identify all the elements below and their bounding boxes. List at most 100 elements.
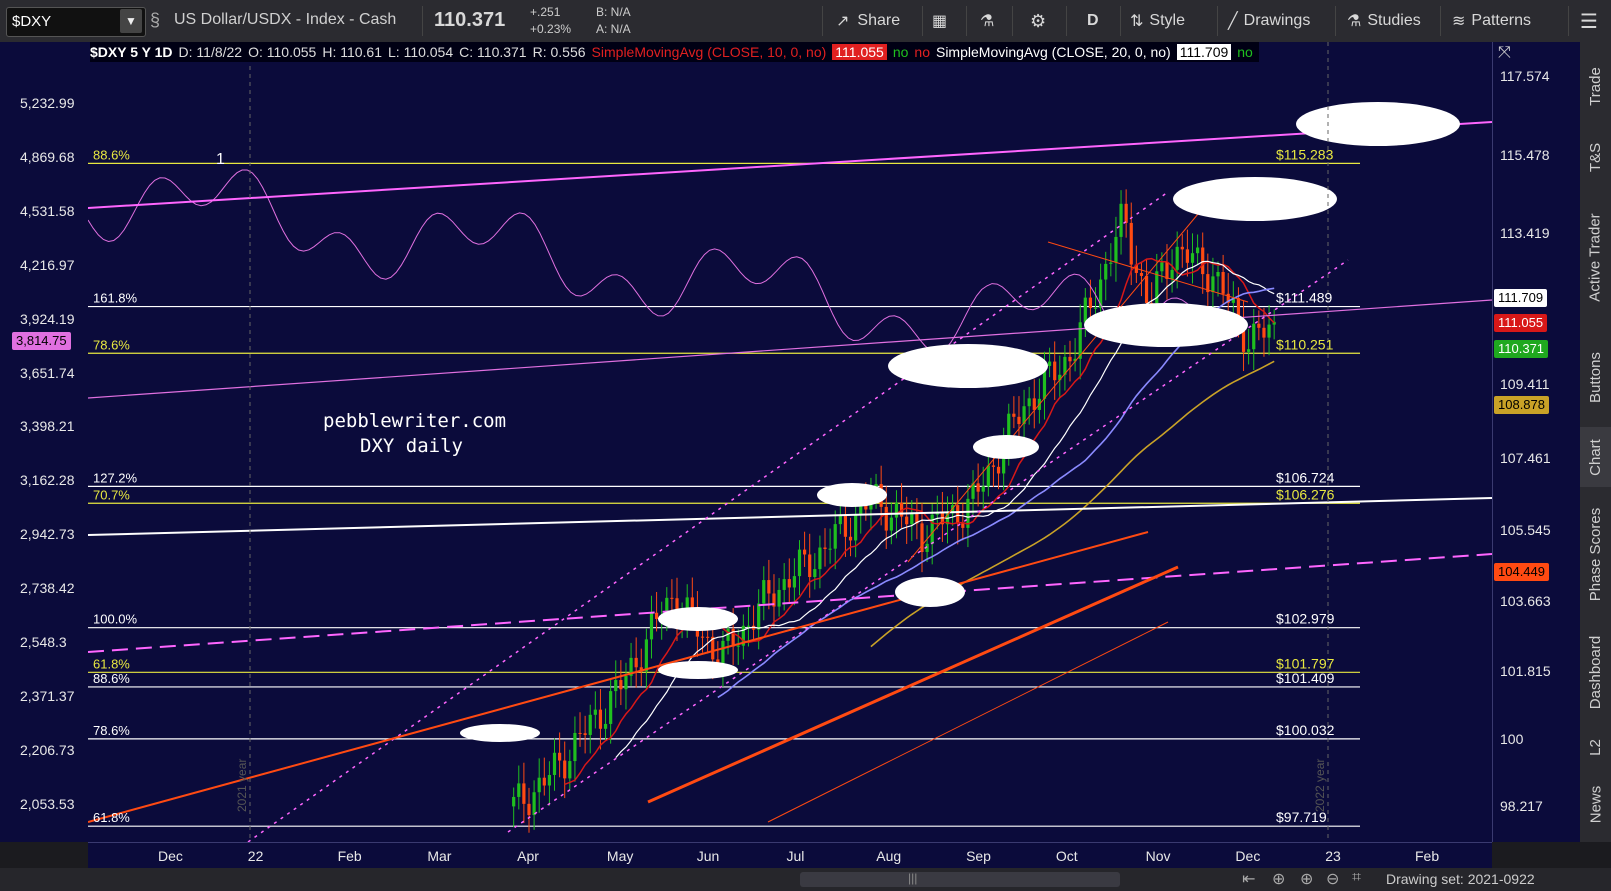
upper-dotted-channel	[247, 191, 1169, 842]
x-tick-label: Dec	[1235, 848, 1261, 864]
candle-body-120	[1124, 203, 1128, 223]
sidebar-item-news[interactable]: News	[1580, 774, 1611, 834]
right-tick-label: 103.663	[1500, 592, 1551, 609]
candle-body-102	[1032, 398, 1036, 410]
fib-price-label-7: $101.409	[1276, 670, 1335, 686]
drawings-button[interactable]: ╱ Drawings	[1228, 0, 1310, 42]
zoom-in-icon[interactable]: ⊕	[1300, 869, 1313, 889]
candle-body-17	[598, 709, 603, 729]
left-tick-label: 5,232.99	[20, 95, 75, 111]
info-open: O: 110.055	[248, 44, 317, 60]
sidebar-item-ts[interactable]: T&S	[1580, 132, 1611, 182]
candle-body-55	[792, 576, 796, 588]
left-tick-label: 3,398.21	[20, 418, 75, 435]
candle-body-37	[700, 636, 705, 638]
info-close: C: 110.371	[459, 44, 527, 60]
fib-label-7: 88.6%	[93, 671, 130, 686]
candle-body-99	[1017, 416, 1021, 425]
candle-body-57	[802, 549, 807, 555]
right-tick-label: 105.545	[1500, 521, 1551, 538]
sidebar-item-buttons[interactable]: Buttons	[1580, 337, 1611, 417]
top-toolbar: $DXY ▼ § US Dollar/USDX - Index - Cash 1…	[0, 0, 1611, 43]
fib-price-label-2: $110.251	[1276, 336, 1334, 352]
fib-label-8: 78.6%	[93, 723, 130, 738]
settings-button[interactable]: ⚙	[1030, 0, 1046, 42]
candle-body-106	[1053, 361, 1057, 381]
sma20-value: 111.709	[1176, 44, 1232, 60]
highlight-ellipse-9	[460, 724, 540, 742]
flask-icon: ⚗	[980, 13, 995, 30]
dashed-magenta-line	[88, 553, 1492, 653]
left-tick-label: 3,924.19	[20, 310, 75, 327]
crosshair-icon[interactable]: ⊕	[1272, 869, 1285, 889]
year-label-2022: 2022 year	[1313, 759, 1327, 812]
candle-body-93	[986, 465, 990, 487]
chart-svg[interactable]: 2021 year 2022 year88.6% $115.283161.8% $11…	[88, 42, 1492, 842]
last-price: 110.371	[434, 9, 506, 31]
fib-price-label-6: $101.797	[1276, 655, 1335, 671]
candle-body-67	[854, 513, 858, 541]
symbol-dropdown-icon[interactable]: ▼	[120, 9, 142, 33]
interval-button[interactable]: D	[1087, 0, 1099, 42]
style-button[interactable]: ⇅ Style	[1130, 0, 1185, 42]
candle-body-31	[670, 597, 674, 599]
candle-body-52	[777, 589, 781, 607]
wave-label-1: 1	[216, 151, 225, 168]
x-tick-label: Jul	[786, 848, 805, 864]
highlight-ellipse-7	[895, 577, 965, 607]
share-button[interactable]: ↗ Share	[836, 0, 900, 42]
candle-body-28	[654, 612, 659, 619]
candle-body-6	[542, 777, 546, 786]
share-icon: ↗	[836, 13, 850, 30]
scroll-grip-icon: |||	[908, 871, 918, 885]
candle-body-54	[787, 579, 791, 588]
price-change-pct: +0.23%	[530, 22, 572, 36]
chart-scrollbar[interactable]: ||| ⇤ ⊕ ⊕ ⊖ ⌗ Drawing set: 2021-0922	[0, 868, 1611, 891]
candle-body-56	[797, 549, 802, 577]
studies-button[interactable]: ⚗ Studies	[1347, 0, 1421, 42]
sidebar-item-trade[interactable]: Trade	[1580, 56, 1611, 116]
candle-body-137	[1211, 276, 1215, 293]
style-icon: ⇅	[1130, 13, 1144, 30]
sidebar-item-chart[interactable]: Chart	[1580, 427, 1611, 487]
left-tick-label: 4,531.58	[20, 202, 75, 219]
candle-body-148	[1267, 324, 1271, 338]
sidebar-item-dashboard[interactable]: Dashboard	[1580, 622, 1611, 722]
expand-icon[interactable]: ⇤	[1242, 869, 1255, 889]
flask-button[interactable]: ⚗	[980, 0, 994, 42]
right-tick-label: 98.217	[1500, 798, 1543, 815]
candle-body-146	[1257, 323, 1261, 328]
right-tick-label: 107.461	[1500, 449, 1551, 466]
left-tick-label: 4,216.97	[20, 256, 75, 273]
drawing-set-label: Drawing set: 2021-0922	[1386, 871, 1535, 887]
left-axis-highlight-tag: 3,814.75	[12, 332, 71, 350]
menu-icon[interactable]: ☰	[1580, 0, 1598, 42]
scroll-thumb[interactable]	[800, 872, 1120, 887]
sma10-label: SimpleMovingAvg (CLOSE, 10, 0, no)	[591, 44, 827, 60]
sidebar-item-active-trader[interactable]: Active Trader	[1580, 192, 1611, 322]
sidebar-item-l2[interactable]: L2	[1580, 727, 1611, 767]
crosshair-toggle-icon[interactable]: ⤧	[1498, 44, 1511, 62]
candle-body-82	[930, 514, 934, 544]
right-tick-label: 115.478	[1500, 147, 1550, 164]
candle-body-116	[1104, 263, 1108, 280]
link-icon[interactable]: §	[150, 10, 160, 31]
sidebar-item-phase-scores[interactable]: Phase Scores	[1580, 497, 1611, 612]
candle-body-64	[838, 515, 842, 525]
fib-price-label-0: $115.283	[1276, 146, 1334, 162]
symbol-text: $DXY	[12, 13, 52, 30]
zoom-out-icon[interactable]: ⊖	[1326, 869, 1339, 889]
time-axis: Dec 22 Feb Mar Apr May Jun Jul Aug Sep Oct Nov Dec 23…	[88, 842, 1492, 869]
bid-value: B: N/A	[596, 5, 631, 19]
left-tick-label: 2,738.42	[20, 580, 75, 597]
patterns-button[interactable]: ≋ Patterns	[1452, 0, 1531, 42]
pan-icon[interactable]: ⌗	[1352, 869, 1361, 887]
fib-price-label-5: $102.979	[1276, 611, 1335, 627]
candle-body-65	[843, 515, 848, 537]
chart-plot-area[interactable]: 2021 year 2022 year 88.6% $115.283 161.8% $11…	[88, 42, 1492, 842]
candle-body-22	[624, 675, 628, 690]
grid-button[interactable]: ▦	[932, 0, 947, 42]
candle-body-127	[1160, 262, 1164, 272]
right-tick-label: 113.419	[1500, 224, 1550, 241]
candle-body-134	[1196, 247, 1200, 254]
